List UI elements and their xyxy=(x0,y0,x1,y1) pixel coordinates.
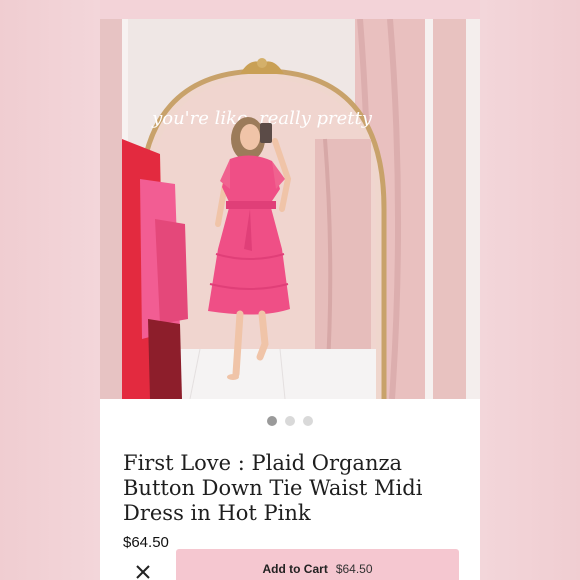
carousel-dot-2[interactable] xyxy=(285,416,295,426)
add-to-cart-label: Add to Cart xyxy=(262,562,328,576)
product-photo[interactable]: you're like, really pretty xyxy=(100,19,480,399)
add-to-cart-button[interactable]: Add to Cart $64.50 xyxy=(176,549,459,580)
carousel-dot-1[interactable] xyxy=(267,416,277,426)
product-price: $64.50 xyxy=(123,534,169,551)
carousel-indicator xyxy=(100,416,480,428)
backdrop-right xyxy=(480,0,580,580)
carousel-dot-3[interactable] xyxy=(303,416,313,426)
backdrop-left xyxy=(0,0,100,580)
product-photo-illustration: you're like, really pretty xyxy=(100,19,480,399)
close-button[interactable] xyxy=(128,560,158,580)
close-icon xyxy=(136,565,150,579)
add-to-cart-price: $64.50 xyxy=(335,562,373,576)
product-card: you're like, really pretty First Love: … xyxy=(100,0,480,580)
product-title: First Love : Plaid Organza Button Down T… xyxy=(123,451,423,525)
top-strip xyxy=(100,0,480,19)
